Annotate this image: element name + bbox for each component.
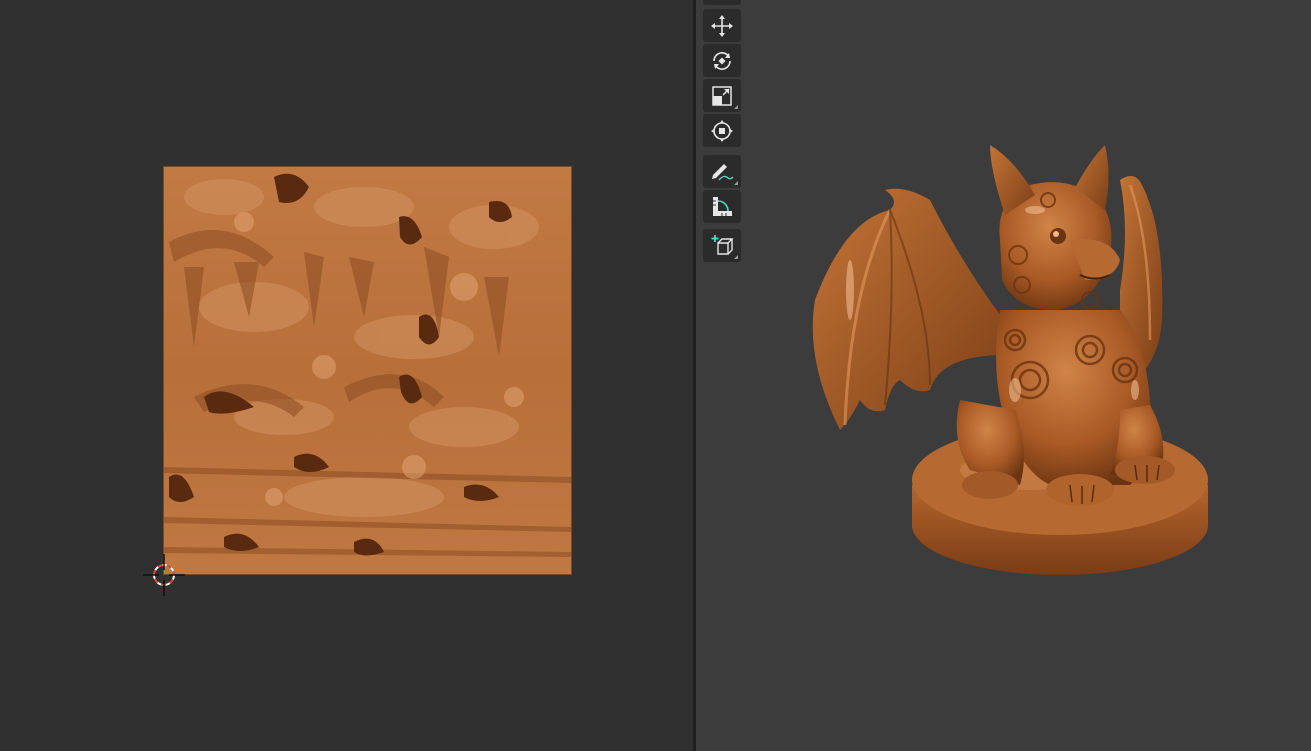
tool-rotate-button[interactable] bbox=[703, 44, 741, 77]
tool-move-button[interactable] bbox=[703, 9, 741, 42]
transform-icon bbox=[711, 119, 733, 142]
tool-add-cube-button[interactable] bbox=[703, 229, 741, 262]
baked-texture-image bbox=[164, 167, 571, 574]
move-icon bbox=[711, 14, 733, 37]
tool-scale-button[interactable] bbox=[703, 79, 741, 112]
tool-cursor-button[interactable] bbox=[703, 0, 741, 5]
tool-transform-button[interactable] bbox=[703, 114, 741, 147]
add-cube-icon bbox=[711, 234, 734, 255]
measure-icon bbox=[713, 196, 732, 216]
tool-measure-button[interactable] bbox=[703, 190, 741, 223]
tool-annotate-button[interactable] bbox=[703, 155, 741, 188]
gargoyle-3d-model[interactable] bbox=[790, 140, 1230, 585]
rotate-icon bbox=[713, 51, 731, 70]
blender-window bbox=[0, 0, 1311, 751]
3d-cursor-icon[interactable] bbox=[143, 554, 185, 596]
image-editor[interactable] bbox=[0, 0, 693, 751]
scale-icon bbox=[712, 85, 732, 106]
annotate-icon bbox=[712, 163, 734, 180]
